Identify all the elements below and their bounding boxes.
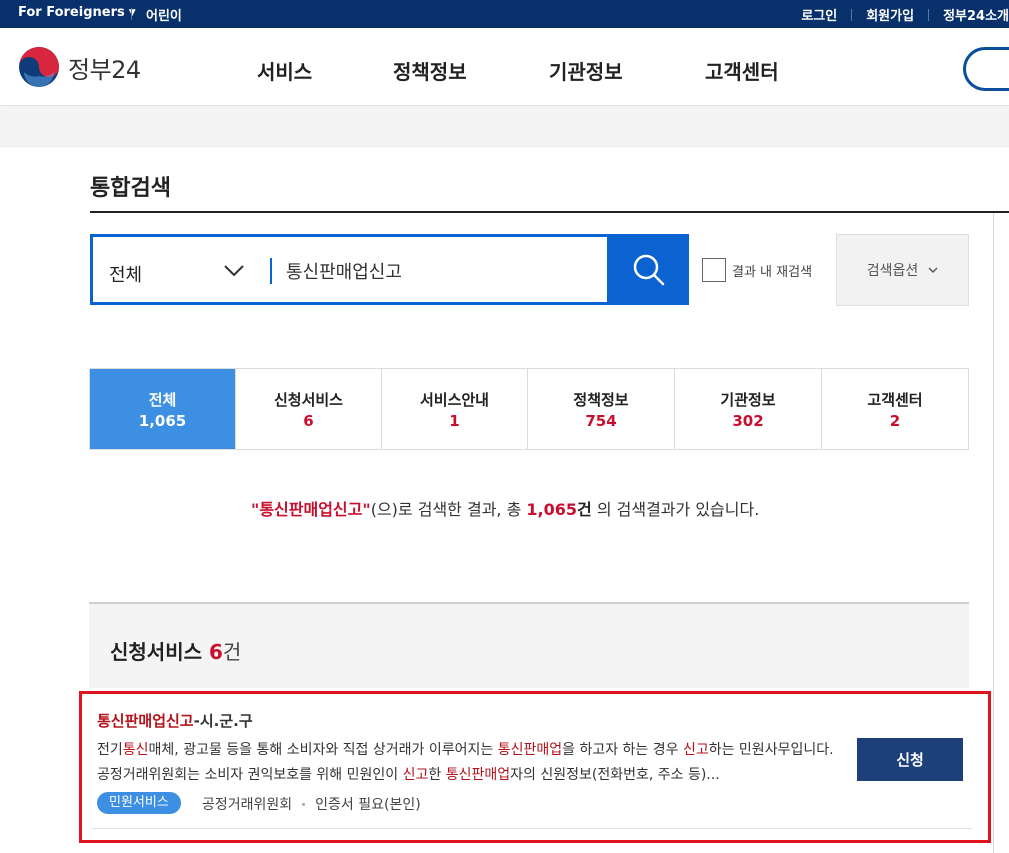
member-links: 로그인 회원가입 정부24소개 [801, 5, 1009, 24]
tab-label: 서비스안내 [419, 390, 489, 409]
for-foreigners-dropdown[interactable]: For Foreigners ▼ [18, 5, 136, 20]
for-foreigners-label: For Foreigners [18, 5, 125, 20]
search-icon [633, 254, 665, 285]
result-cert-requirement: 인증서 필요(본인) [315, 797, 421, 813]
service-type-badge: 민원서비스 [97, 792, 181, 814]
tab-all[interactable]: 전체 1,065 [90, 369, 236, 449]
section-unit: 건 [222, 640, 242, 664]
search-input[interactable] [286, 254, 596, 288]
intro-link[interactable]: 정부24소개 [943, 5, 1009, 24]
section-header-application-services: 신청서비스 6건 [89, 602, 969, 688]
tab-label: 고객센터 [867, 390, 923, 409]
header-search-button[interactable] [963, 47, 1009, 91]
search-divider [270, 258, 272, 284]
nav-services[interactable]: 서비스 [257, 56, 337, 85]
search-options-button[interactable]: 검색옵션 [836, 234, 969, 306]
separator-dot [302, 802, 306, 806]
section-title: 신청서비스 6건 [110, 636, 241, 665]
result-meta: 공정거래위원회 인증서 필요(본인) [202, 794, 421, 814]
search-box: 전체 [90, 234, 610, 305]
tab-count: 1 [449, 411, 460, 430]
signup-link[interactable]: 회원가입 [866, 5, 914, 24]
result-title-link[interactable]: 통신판매업신고-시.군.구 [97, 710, 253, 731]
research-label: 결과 내 재검색 [732, 264, 813, 280]
desc-highlight: 통신판매업 [445, 767, 511, 783]
divider [851, 8, 853, 21]
taegeuk-logo-icon [19, 47, 59, 87]
result-description: 전기통신매체, 광고물 등을 통해 소비자와 직접 상거래가 이루어지는 통신판… [97, 738, 837, 788]
desc-highlight: 통신 [122, 742, 149, 758]
tab-count: 754 [585, 411, 617, 430]
research-in-results[interactable]: 결과 내 재검색 [702, 258, 812, 282]
summary-keyword: "통신판매업신고" [251, 500, 371, 519]
utility-bar: For Foreigners ▼ 어린이 로그인 회원가입 정부24소개 [0, 0, 1009, 28]
desc-highlight: 신고 [682, 742, 709, 758]
tab-label: 전체 [148, 390, 177, 409]
content-border [993, 213, 994, 853]
tab-label: 신청서비스 [273, 390, 343, 409]
desc-highlight: 통신판매업 [497, 742, 563, 758]
chevron-down-icon[interactable] [223, 259, 245, 281]
search-result-summary: "통신판매업신고"(으)로 검색한 결과, 총 1,065건 의 검색결과가 있… [0, 496, 1009, 520]
summary-text: (으)로 검색한 결과, 총 [370, 500, 527, 519]
search-result-item: 통신판매업신고-시.군.구 전기통신매체, 광고물 등을 통해 소비자와 직접 … [79, 691, 991, 843]
caret-down-icon: ▼ [128, 7, 136, 18]
result-title-highlight: 통신판매업신고 [97, 712, 194, 730]
chevron-down-icon [928, 267, 938, 273]
desc-text: 한 [428, 767, 446, 783]
search-category-select[interactable]: 전체 [109, 261, 142, 287]
tab-customer-center[interactable]: 고객센터 2 [822, 369, 968, 449]
divider [928, 8, 930, 21]
section-title-label: 신청서비스 [110, 640, 202, 664]
summary-tail: 의 검색결과가 있습니다. [591, 500, 760, 519]
divider [131, 8, 132, 20]
nav-agency-info[interactable]: 기관정보 [549, 56, 649, 85]
page-title: 통합검색 [90, 176, 171, 201]
gov24-logo[interactable]: 정부24 [18, 46, 141, 88]
tab-count: 302 [732, 411, 764, 430]
tab-count: 1,065 [138, 411, 187, 430]
desc-text: 을 하고자 하는 경우 [562, 742, 683, 758]
result-title-rest: -시.군.구 [193, 712, 253, 730]
nav-customer-center[interactable]: 고객센터 [705, 56, 805, 85]
desc-text: 전기 [97, 742, 123, 758]
tab-policy-info[interactable]: 정책정보 754 [528, 369, 675, 449]
research-checkbox[interactable] [702, 258, 726, 282]
desc-highlight: 신고 [402, 767, 429, 783]
apply-button[interactable]: 신청 [857, 738, 963, 781]
site-header: 정부24 서비스 정책정보 기관정보 고객센터 [0, 28, 1009, 106]
desc-text: 매체, 광고물 등을 통해 소비자와 직접 상거래가 이루어지는 [148, 742, 498, 758]
nav-policy-info[interactable]: 정책정보 [393, 56, 493, 85]
result-category-tabs: 전체 1,065 신청서비스 6 서비스안내 1 정책정보 754 기관정보 3… [89, 368, 969, 450]
desc-text: 자의 신원정보(전화번호, 주소 등)... [510, 767, 720, 783]
gray-band [0, 107, 1009, 147]
logo-text: 정부24 [68, 55, 141, 84]
tab-label: 기관정보 [720, 390, 776, 409]
section-count: 6 [208, 640, 223, 664]
tab-application-services[interactable]: 신청서비스 6 [236, 369, 382, 449]
summary-total: 1,065 [526, 500, 578, 519]
tab-count: 6 [303, 411, 314, 430]
tab-label: 정책정보 [573, 390, 629, 409]
result-divider [92, 828, 972, 829]
summary-unit: 건 [577, 500, 592, 519]
tab-service-guide[interactable]: 서비스안내 1 [382, 369, 528, 449]
tab-count: 2 [889, 411, 901, 430]
kids-link[interactable]: 어린이 [146, 5, 182, 24]
title-divider [90, 211, 1009, 213]
login-link[interactable]: 로그인 [801, 5, 837, 24]
search-button[interactable] [609, 234, 689, 305]
result-agency: 공정거래위원회 [202, 797, 293, 813]
search-options-label: 검색옵션 [866, 263, 919, 279]
tab-agency-info[interactable]: 기관정보 302 [675, 369, 822, 449]
